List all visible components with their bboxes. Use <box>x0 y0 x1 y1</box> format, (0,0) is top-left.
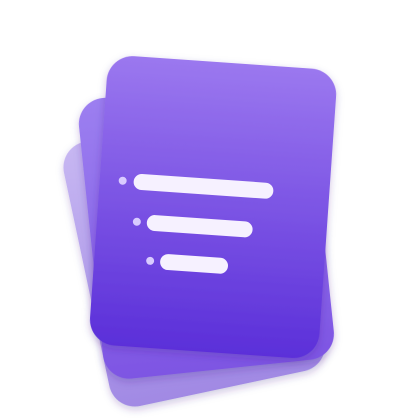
front-document-card <box>89 56 337 358</box>
app-icon-canvas <box>0 0 420 420</box>
stacked-documents-filter-icon <box>63 56 337 407</box>
